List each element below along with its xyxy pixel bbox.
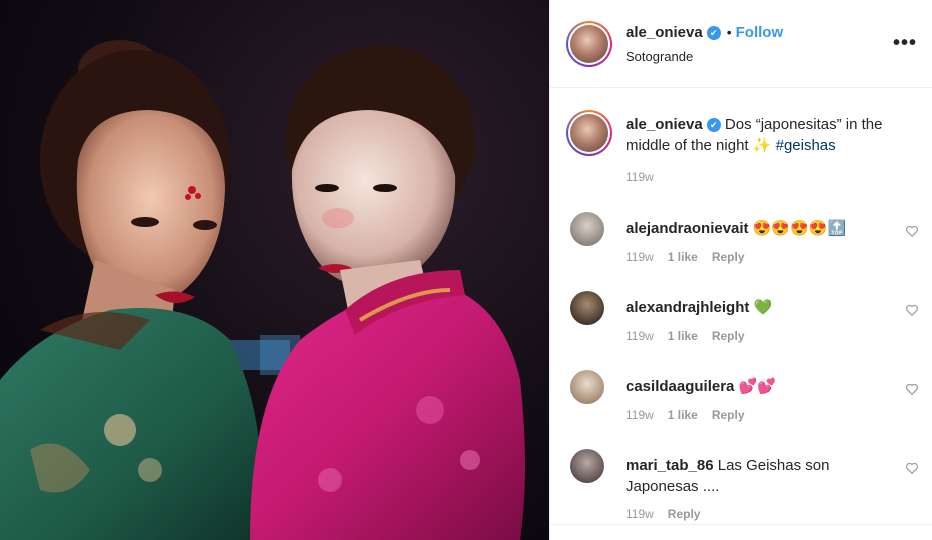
post-side-panel: ale_onieva ✔ • Follow Sotogrande ••• ale_on… [549, 0, 932, 540]
comment-body: 💕💕 [738, 378, 776, 395]
author-avatar[interactable] [566, 21, 612, 67]
caption-text: ale_onieva ✔ Dos “japonesitas” in the mid… [626, 114, 916, 156]
reply-button[interactable]: Reply [712, 250, 745, 264]
commenter-avatar[interactable] [570, 291, 604, 325]
comment-text: mari_tab_86 Las Geishas son Japonesas ..… [626, 455, 876, 497]
commenter-avatar[interactable] [570, 212, 604, 246]
follow-button[interactable]: Follow [736, 24, 784, 41]
reply-button[interactable]: Reply [712, 329, 745, 343]
like-heart-icon[interactable] [905, 382, 919, 396]
geisha-photo-illustration [0, 40, 525, 540]
post-header: ale_onieva ✔ • Follow Sotogrande ••• [550, 0, 932, 88]
comment-time: 119w [626, 329, 654, 343]
comment-item: alejandraonievait 😍😍😍😍🔝 119w 1 like Reply [550, 212, 932, 290]
comment-text: casildaaguilera 💕💕 [626, 376, 876, 397]
comment-item: alexandrajhleight 💚 119w 1 like Reply [550, 291, 932, 369]
comment-item: mari_tab_86 Las Geishas son Japonesas ..… [550, 449, 932, 527]
comment-text: alejandraonievait 😍😍😍😍🔝 [626, 218, 876, 239]
comment-time: 119w [626, 408, 654, 422]
caption-username[interactable]: ale_onieva [626, 116, 703, 133]
reply-button[interactable]: Reply [712, 408, 745, 422]
like-heart-icon[interactable] [905, 461, 919, 475]
like-heart-icon[interactable] [905, 303, 919, 317]
comment-time: 119w [626, 250, 654, 264]
commenter-username[interactable]: alexandrajhleight [626, 299, 749, 316]
verified-badge-icon: ✔ [706, 26, 721, 40]
comment-likes[interactable]: 1 like [668, 250, 698, 264]
commenter-avatar[interactable] [570, 449, 604, 483]
reply-button[interactable]: Reply [668, 507, 701, 521]
verified-badge-icon: ✔ [706, 118, 721, 132]
separator-dot: • [726, 24, 732, 40]
more-options-icon[interactable]: ••• [893, 32, 917, 55]
author-username[interactable]: ale_onieva [626, 24, 703, 41]
comment-body: 😍😍😍😍🔝 [752, 220, 847, 237]
caption-avatar[interactable] [566, 110, 612, 156]
comment-likes[interactable]: 1 like [668, 408, 698, 422]
comment-body: 💚 [753, 299, 773, 316]
commenter-username[interactable]: casildaaguilera [626, 378, 734, 395]
sparkles-emoji: ✨ [752, 137, 772, 154]
comment-likes[interactable]: 1 like [668, 329, 698, 343]
comment-meta: 119w 1 like Reply [626, 408, 745, 422]
commenter-avatar[interactable] [570, 370, 604, 404]
author-line: ale_onieva ✔ • Follow [626, 24, 783, 42]
action-bar-divider [550, 524, 932, 540]
comment-meta: 119w 1 like Reply [626, 250, 745, 264]
like-heart-icon[interactable] [905, 224, 919, 238]
commenter-username[interactable]: alejandraonievait [626, 220, 749, 237]
comment-text: alexandrajhleight 💚 [626, 297, 876, 318]
post-photo[interactable] [0, 0, 549, 540]
post-location[interactable]: Sotogrande [626, 49, 693, 64]
caption-hashtag[interactable]: #geishas [776, 137, 836, 154]
caption-time: 119w [626, 170, 654, 184]
comment-meta: 119w 1 like Reply [626, 329, 745, 343]
comment-time: 119w [626, 507, 654, 521]
commenter-username[interactable]: mari_tab_86 [626, 457, 714, 474]
comment-item: casildaaguilera 💕💕 119w 1 like Reply [550, 370, 932, 448]
comment-meta: 119w Reply [626, 507, 700, 521]
